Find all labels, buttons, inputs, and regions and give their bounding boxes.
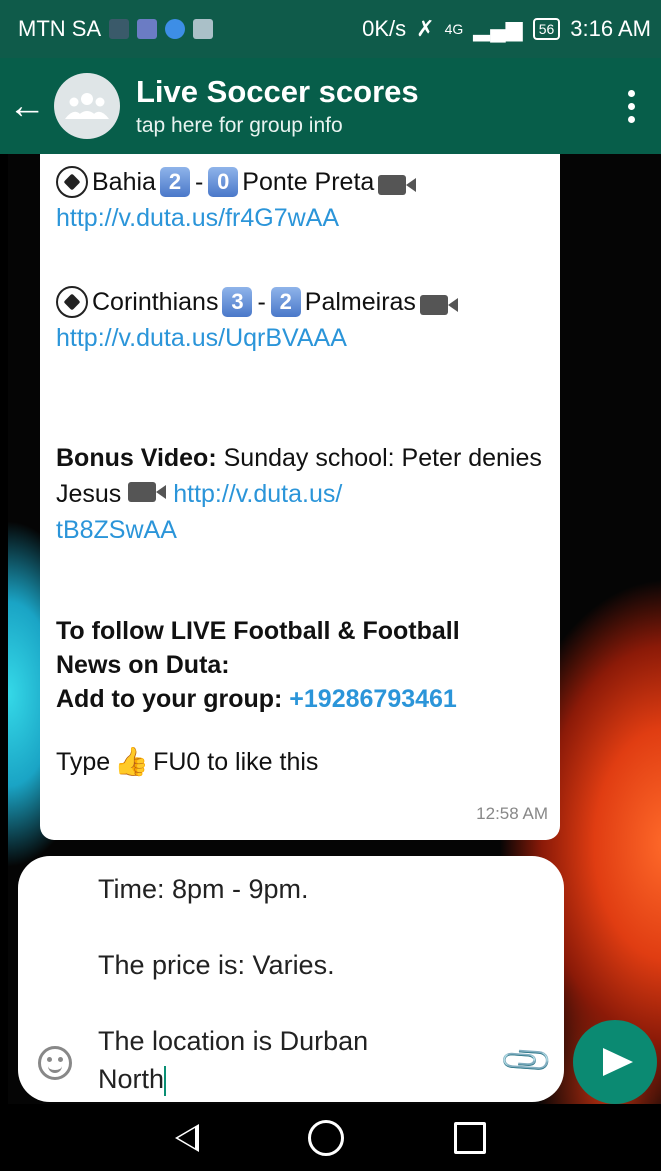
- away-team: Palmeiras: [304, 288, 416, 316]
- message-timestamp: 12:58 AM: [476, 804, 548, 823]
- clock: 3:16 AM: [570, 16, 651, 41]
- soccer-ball-icon: [56, 166, 88, 198]
- video-camera-icon: [378, 169, 417, 195]
- like-pre: Type: [56, 748, 111, 776]
- attach-icon[interactable]: 📎: [498, 1033, 555, 1091]
- bonus-link-cont[interactable]: tB8ZSwAA: [56, 516, 177, 544]
- match-row: Bahia 2-0 Ponte Preta: [56, 164, 546, 200]
- score-away: 2: [270, 287, 301, 317]
- compose-line: North: [98, 1064, 165, 1094]
- score-home: 3: [222, 287, 253, 317]
- signal-icon: ▂▄▆: [473, 16, 523, 41]
- network-speed: 0K/s: [362, 16, 407, 41]
- header-text[interactable]: Live Soccer scores tap here for group in…: [136, 74, 419, 138]
- group-title: Live Soccer scores: [136, 74, 419, 109]
- match-row: Corinthians 3-2 Palmeiras: [56, 284, 546, 320]
- carrier-name: MTN SA: [18, 16, 102, 41]
- video-link[interactable]: http://v.duta.us/UqrBVAAA: [56, 320, 546, 356]
- home-team: Corinthians: [92, 288, 219, 316]
- score-home: 2: [159, 167, 190, 197]
- network-type: 4G: [444, 21, 464, 37]
- group-info-hint: tap here for group info: [136, 114, 343, 137]
- compose-line: The price is: Varies.: [98, 950, 335, 980]
- back-arrow-icon[interactable]: ←: [0, 85, 54, 128]
- more-options-icon[interactable]: [601, 89, 661, 123]
- emoji-icon[interactable]: [38, 1046, 72, 1080]
- video-link[interactable]: http://v.duta.us/fr4G7wAA: [56, 200, 546, 236]
- send-button[interactable]: [573, 1020, 657, 1104]
- nav-recents-icon[interactable]: [454, 1121, 487, 1154]
- soccer-ball-icon: [56, 286, 88, 318]
- group-avatar[interactable]: [54, 73, 120, 139]
- message-input-text[interactable]: Time: 8pm - 9pm. The price is: Varies. T…: [98, 870, 498, 1098]
- bonus-link[interactable]: http://v.duta.us/: [173, 480, 342, 508]
- like-post: FU0 to like this: [153, 748, 319, 776]
- phone-link[interactable]: +19286793461: [289, 685, 457, 713]
- image-icon: [193, 19, 214, 39]
- compose-line: Time: 8pm - 9pm.: [98, 874, 309, 904]
- app-icon: [165, 19, 186, 39]
- home-team: Bahia: [92, 168, 156, 196]
- score-away: 0: [208, 167, 239, 197]
- bonus-video: Bonus Video: Sunday school: Peter denies…: [56, 440, 546, 548]
- system-nav-bar: [0, 1104, 661, 1171]
- status-bar: MTN SA 0K/s ✗ 4G ▂▄▆ 56 3:16 AM: [0, 0, 661, 58]
- mute-icon: ✗: [416, 16, 435, 41]
- group-icon: [65, 93, 109, 119]
- chat-header[interactable]: ← Live Soccer scores tap here for group …: [0, 58, 661, 154]
- video-camera-icon: [128, 476, 167, 502]
- bonus-label: Bonus Video:: [56, 444, 217, 472]
- follow-text: To follow LIVE Football & Football News …: [56, 614, 546, 716]
- away-team: Ponte Preta: [242, 168, 375, 196]
- message-input[interactable]: Time: 8pm - 9pm. The price is: Varies. T…: [18, 856, 564, 1102]
- follow-line: News on Duta:: [56, 651, 230, 679]
- text-cursor: [164, 1065, 167, 1096]
- gallery-icon: [137, 19, 158, 39]
- thumbs-up-icon: 👍: [114, 746, 150, 777]
- nav-home-icon[interactable]: [308, 1119, 345, 1156]
- like-instruction: Type 👍 FU0 to like this: [56, 744, 546, 780]
- message-bubble[interactable]: Bahia 2-0 Ponte Preta http://v.duta.us/f…: [40, 154, 560, 840]
- follow-line: Add to your group:: [56, 685, 283, 713]
- notification-icon: [109, 19, 130, 39]
- nav-back-icon[interactable]: [174, 1123, 199, 1152]
- follow-line: To follow LIVE Football & Football: [56, 617, 460, 645]
- battery-icon: 56: [532, 18, 561, 40]
- video-camera-icon: [419, 289, 458, 315]
- compose-line: The location is Durban: [98, 1026, 369, 1056]
